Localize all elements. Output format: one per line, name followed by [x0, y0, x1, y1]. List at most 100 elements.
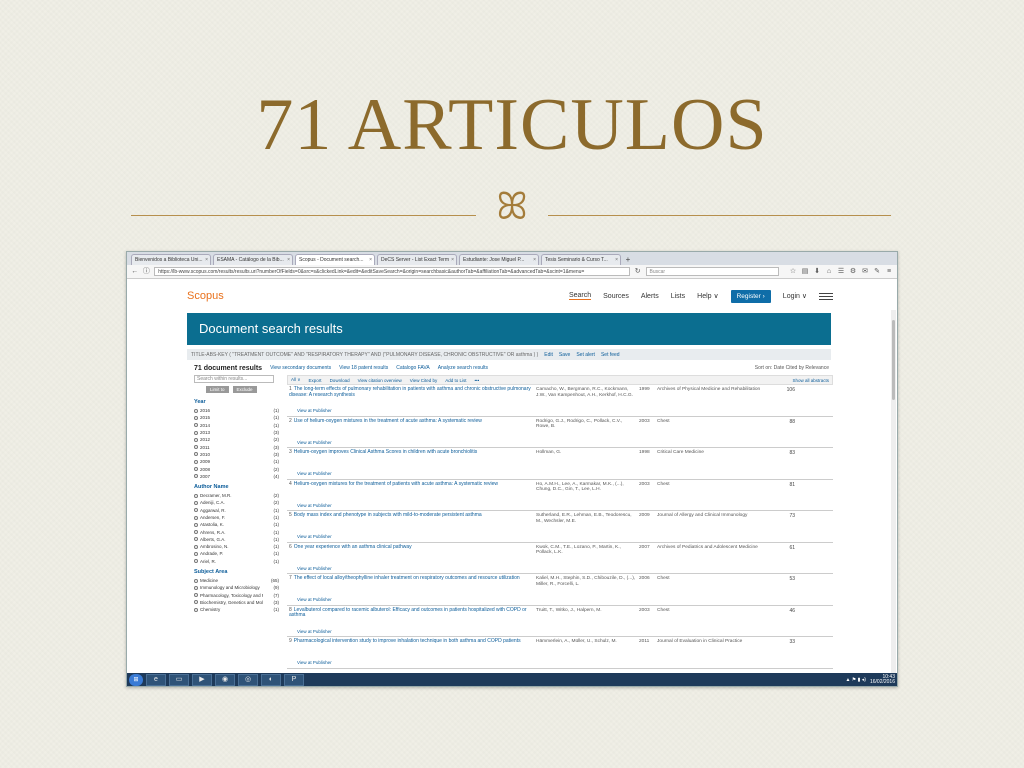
facet-checkbox[interactable]	[194, 408, 198, 413]
export-button[interactable]: Export	[309, 378, 322, 383]
close-icon[interactable]: ×	[287, 255, 290, 265]
nav-search[interactable]: Search	[568, 292, 592, 300]
result-title-link[interactable]: Use of helium-oxygen mixtures in the tre…	[294, 418, 482, 424]
facet-item[interactable]: 2010 (3)	[194, 451, 279, 458]
login-menu[interactable]: Login ∨	[783, 292, 807, 300]
facet-item[interactable]: Biochemistry, Genetics and Molecular Bio…	[194, 599, 279, 606]
nav-sources[interactable]: Sources	[603, 293, 629, 300]
result-source[interactable]: Archives of Physical Medicine and Rehabi…	[657, 387, 767, 393]
pocket-icon[interactable]: ☰	[837, 267, 845, 277]
facet-item[interactable]: Atastolia, K. (1)	[194, 521, 279, 528]
taskbar-chrome-icon[interactable]: ◎	[238, 674, 258, 686]
taskbar-powerpoint-icon[interactable]: P	[284, 674, 304, 686]
add-to-list-button[interactable]: Add to List	[445, 378, 466, 383]
result-authors[interactable]: Kaliel, M.H., Stephin, S.D., Chibouzile,…	[536, 576, 636, 587]
view-cited-by-button[interactable]: View Cited by	[410, 378, 437, 383]
facet-checkbox[interactable]	[194, 600, 198, 605]
browser-tab-active[interactable]: Scopus - Document search... ×	[295, 254, 375, 265]
analyze-results-link[interactable]: Analyze search results	[438, 365, 488, 371]
clock[interactable]: 10:43 16/02/2016	[870, 674, 895, 686]
facet-checkbox[interactable]	[194, 474, 198, 479]
info-icon[interactable]: ⓘ	[143, 267, 151, 277]
result-title-link[interactable]: Body mass index and phenotype in subject…	[294, 512, 482, 518]
facet-checkbox[interactable]	[194, 430, 198, 435]
taskbar-media-icon[interactable]: ▶	[192, 674, 212, 686]
save-query-link[interactable]: Save	[559, 352, 570, 358]
facet-item[interactable]: Ahrens, R.A. (1)	[194, 528, 279, 535]
facet-item[interactable]: 2008 (2)	[194, 465, 279, 472]
result-cited-by[interactable]: 73	[765, 513, 795, 519]
close-icon[interactable]: ×	[533, 255, 536, 265]
home-icon[interactable]: ⌂	[825, 267, 833, 277]
facet-checkbox[interactable]	[194, 578, 198, 583]
facet-checkbox[interactable]	[194, 551, 198, 556]
download-button[interactable]: Download	[330, 378, 350, 383]
bookmark-star-icon[interactable]: ☆	[789, 267, 797, 277]
result-cited-by[interactable]: 81	[765, 482, 795, 488]
facet-item[interactable]: Andersen, F. (1)	[194, 514, 279, 521]
nav-help[interactable]: Help ∨	[697, 292, 718, 300]
set-alert-link[interactable]: Set alert	[576, 352, 595, 358]
mail-icon[interactable]: ✉	[861, 267, 869, 277]
facet-checkbox[interactable]	[194, 445, 198, 450]
set-feed-link[interactable]: Set feed	[601, 352, 620, 358]
facet-item[interactable]: 2012 (2)	[194, 436, 279, 443]
result-title-link[interactable]: Helium-oxygen mixtures for the treatment…	[294, 481, 498, 487]
facet-item[interactable]: Pharmacology, Toxicology and Pharmaceuti…	[194, 592, 279, 599]
secondary-docs-link[interactable]: View secondary documents	[270, 365, 331, 371]
result-source[interactable]: Archives of Pediatrics and Adolescent Me…	[657, 545, 767, 551]
result-title-link[interactable]: The effect of local alloy/theophylline i…	[294, 575, 520, 581]
close-icon[interactable]: ×	[205, 255, 208, 265]
reading-list-icon[interactable]: ▤	[801, 267, 809, 277]
facet-checkbox[interactable]	[194, 515, 198, 520]
result-cited-by[interactable]: 53	[765, 576, 795, 582]
facet-checkbox[interactable]	[194, 508, 198, 513]
menu-icon[interactable]: ≡	[885, 267, 893, 277]
result-cited-by[interactable]: 88	[765, 419, 795, 425]
result-authors[interactable]: Truitt, T., Witko, J., Halpern, M.	[536, 608, 636, 614]
more-options-button[interactable]: •••	[474, 378, 479, 383]
result-title-link[interactable]: Helium-oxygen improves Clinical Asthma S…	[294, 449, 477, 455]
result-source[interactable]: Journal of Allergy and Clinical Immunolo…	[657, 513, 767, 519]
result-authors[interactable]: Camacho, W., Bergmann, R.C., Kockmann, J…	[536, 387, 636, 398]
result-cited-by[interactable]: 46	[765, 608, 795, 614]
view-at-publisher-link[interactable]: View at Publisher	[297, 597, 332, 602]
facet-item[interactable]: Immunology and Microbiology (9)	[194, 584, 279, 591]
result-title-link[interactable]: Pharmacological intervention study to im…	[294, 638, 521, 644]
sort-by[interactable]: Sort on: Date Cited by Relevance	[755, 365, 829, 371]
reload-icon[interactable]: ↻	[634, 267, 642, 277]
hamburger-icon[interactable]	[819, 292, 833, 300]
facet-item[interactable]: Ariel, R. (1)	[194, 558, 279, 565]
result-authors[interactable]: Hämmerlein, A., Müller, U., Schulz, M.	[536, 639, 636, 645]
close-icon[interactable]: ×	[369, 255, 372, 265]
facet-checkbox[interactable]	[194, 500, 198, 505]
facet-item[interactable]: 2014 (1)	[194, 422, 279, 429]
limit-to-button[interactable]: Limit to	[206, 386, 229, 393]
facet-checkbox[interactable]	[194, 493, 198, 498]
result-authors[interactable]: Ho, A.M.H., Lee, A., Karmakar, M.K., (..…	[536, 482, 636, 493]
view-at-publisher-link[interactable]: View at Publisher	[297, 440, 332, 445]
tray-icons[interactable]: ▲ ⚑ ▮ ◂)	[845, 677, 866, 683]
facet-item[interactable]: 2016 (1)	[194, 407, 279, 414]
facet-checkbox[interactable]	[194, 559, 198, 564]
taskbar-explorer-icon[interactable]: ▭	[169, 674, 189, 686]
facet-item[interactable]: 2009 (1)	[194, 458, 279, 465]
facet-item[interactable]: Chemistry (1)	[194, 606, 279, 613]
close-icon[interactable]: ×	[615, 255, 618, 265]
taskbar-firefox-icon[interactable]: ◉	[215, 674, 235, 686]
register-button[interactable]: Register ›	[730, 289, 771, 303]
result-source[interactable]: Chest	[657, 482, 767, 488]
facet-item[interactable]: Medicine (65)	[194, 577, 279, 584]
facet-checkbox[interactable]	[194, 530, 198, 535]
browser-tab[interactable]: Estudiante: Jose Miguel P... ×	[459, 254, 539, 265]
result-authors[interactable]: Rodrigo, G.J., Rodrigo, C., Pollack, C.V…	[536, 419, 636, 430]
result-source[interactable]: Chest	[657, 419, 767, 425]
facet-item[interactable]: 2011 (3)	[194, 443, 279, 450]
facet-item[interactable]: Adeniji, C.A. (2)	[194, 499, 279, 506]
catalog-link[interactable]: Catalogo FAVA	[396, 365, 429, 371]
patent-results-link[interactable]: View 18 patent results	[339, 365, 388, 371]
facet-checkbox[interactable]	[194, 467, 198, 472]
view-at-publisher-link[interactable]: View at Publisher	[297, 660, 332, 665]
browser-search-input[interactable]: Buscar	[645, 267, 780, 276]
taskbar-app-icon[interactable]: ◐	[261, 674, 281, 686]
